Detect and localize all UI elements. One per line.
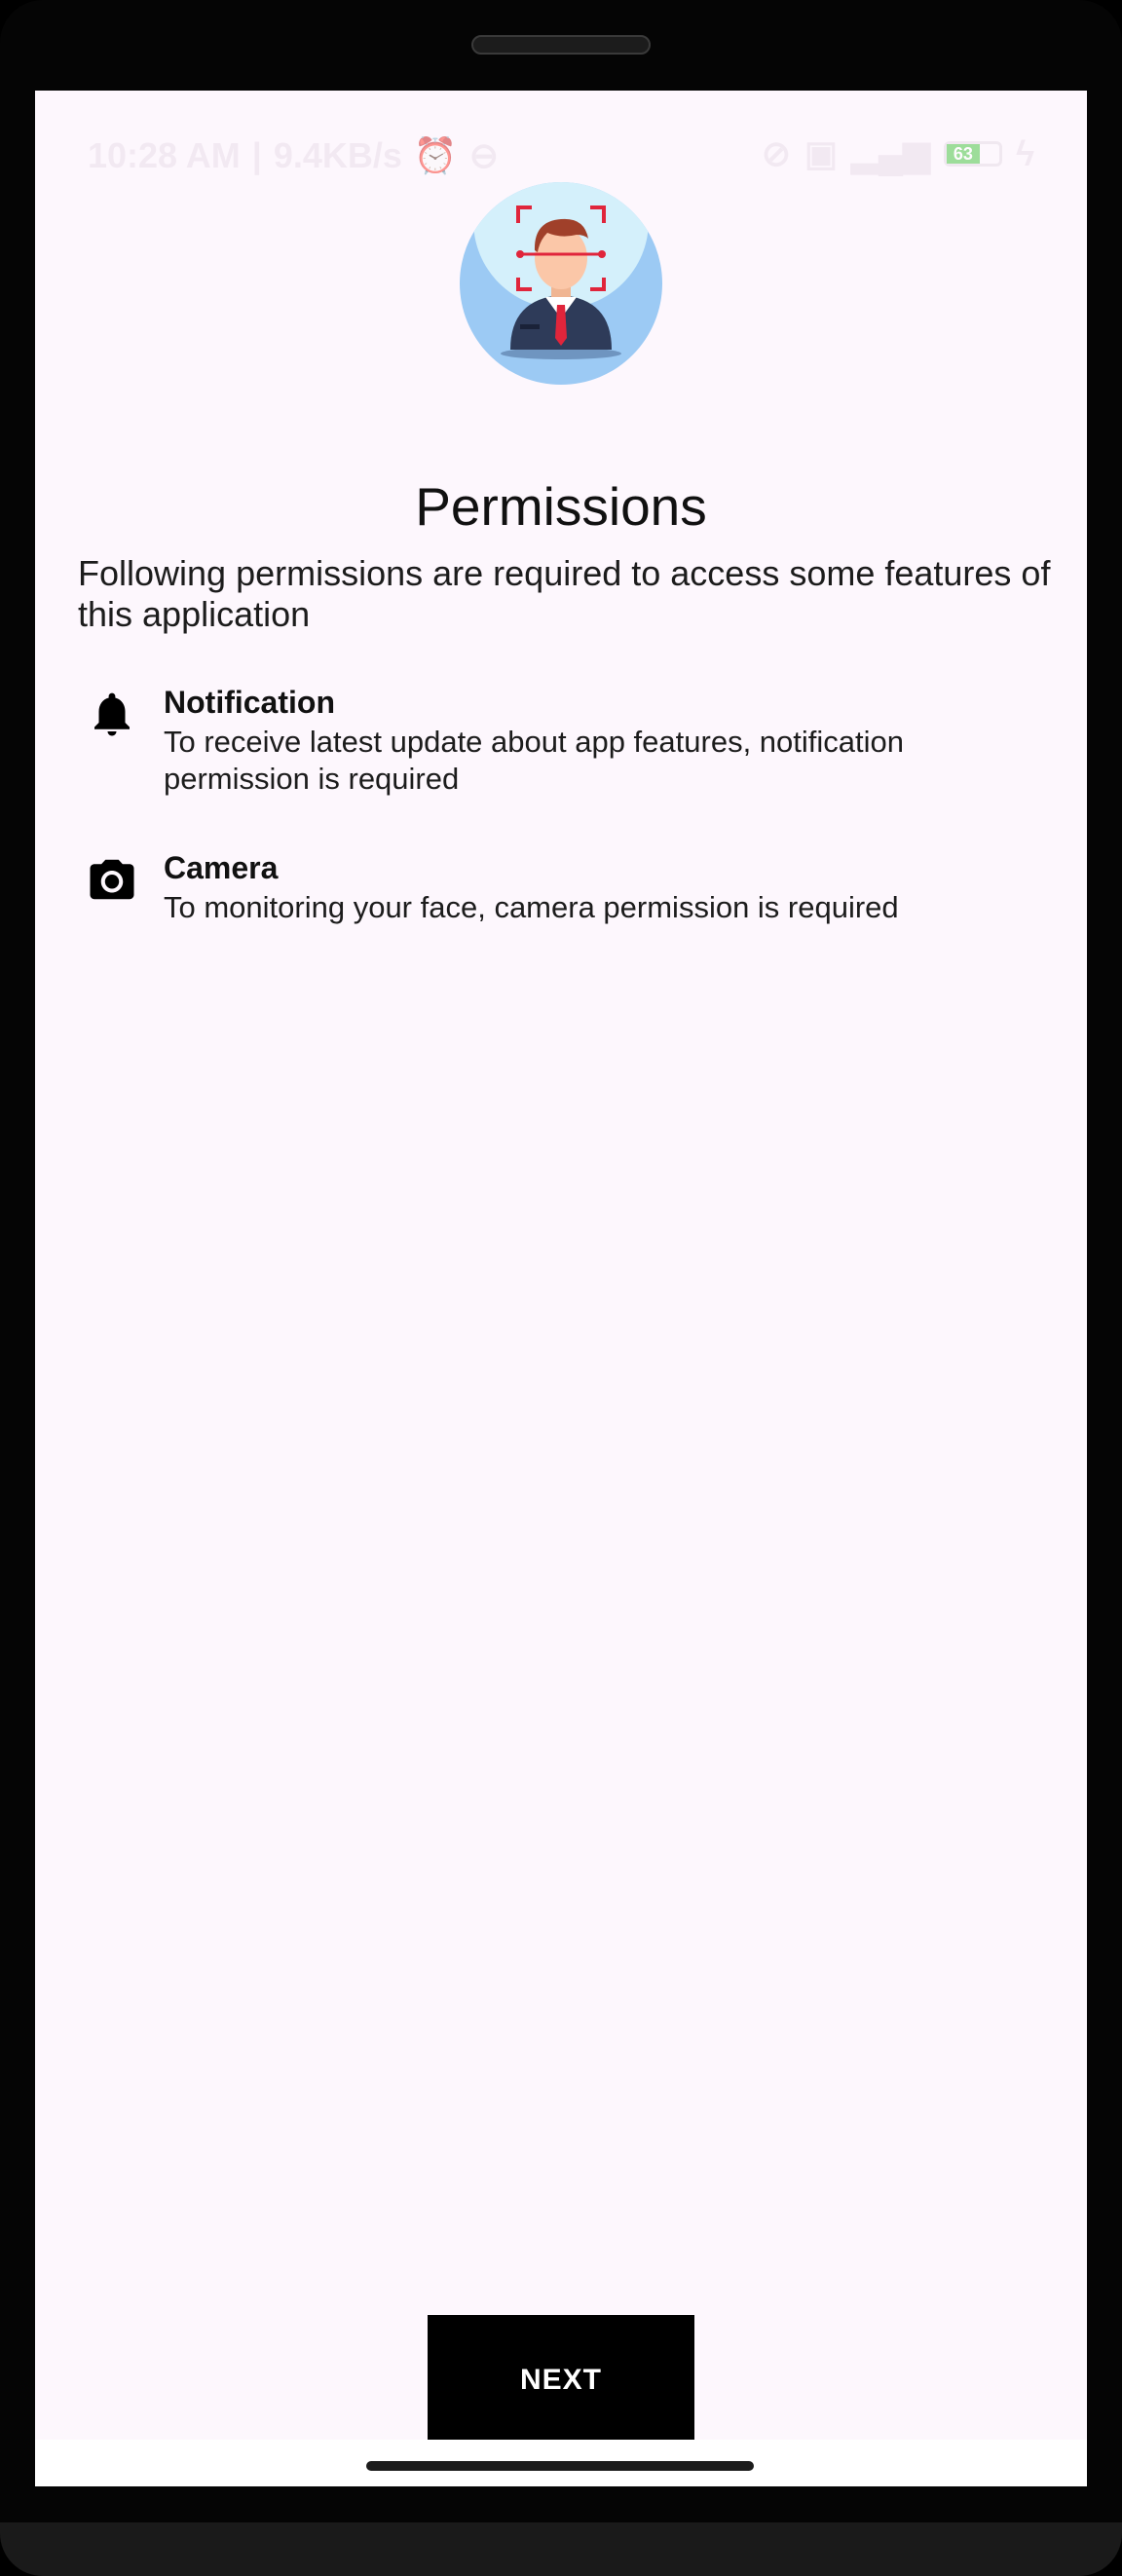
status-bar: 10:28 AM | 9.4KB/s ⏰ ⊖ ⊘ ▣ ▂▄▆ 63 ϟ [35, 130, 1087, 188]
face-scan-avatar [460, 182, 662, 385]
next-button[interactable]: NEXT [428, 2315, 694, 2443]
status-bar-right: ⊘ ▣ ▂▄▆ 63 ϟ [762, 133, 1034, 174]
permission-title: Camera [164, 850, 279, 885]
charging-icon: ϟ [1015, 133, 1034, 173]
permission-camera: Camera To monitoring your face, camera p… [78, 850, 1052, 948]
alarm-icon: ⏰ [413, 135, 458, 175]
status-time: 10:28 AM [88, 135, 241, 175]
permission-notification: Notification To receive latest update ab… [78, 685, 1052, 811]
battery-icon: 63 [943, 141, 1002, 167]
permission-description: To monitoring your face, camera permissi… [164, 890, 899, 924]
permissions-intro: Following permissions are required to ac… [78, 553, 1051, 634]
nfc-icon: ⊘ [761, 133, 792, 173]
speaker-grille [471, 35, 651, 55]
status-network-speed: 9.4KB/s [273, 135, 402, 175]
camera-icon [86, 850, 138, 909]
permission-description: To receive latest update about app featu… [164, 725, 904, 796]
status-separator: | [251, 135, 262, 175]
do-not-disturb-icon: ⊖ [468, 135, 499, 175]
device-bottom-bezel [0, 2522, 1122, 2576]
bell-icon-graphic [94, 692, 130, 736]
face-scan-illustration [473, 182, 649, 359]
app-screen: 10:28 AM | 9.4KB/s ⏰ ⊖ ⊘ ▣ ▂▄▆ 63 ϟ Perm… [35, 91, 1087, 2486]
page-title: Permissions [415, 475, 707, 537]
status-bar-left: 10:28 AM | 9.4KB/s ⏰ ⊖ [88, 135, 499, 176]
bell-icon [86, 685, 138, 743]
home-indicator[interactable] [366, 2461, 754, 2471]
permission-title: Notification [164, 685, 335, 720]
battery-level: 63 [946, 144, 980, 164]
camera-icon-graphic [90, 859, 134, 900]
sim-icon: ▣ [804, 133, 839, 173]
signal-icon: ▂▄▆ [851, 133, 930, 173]
